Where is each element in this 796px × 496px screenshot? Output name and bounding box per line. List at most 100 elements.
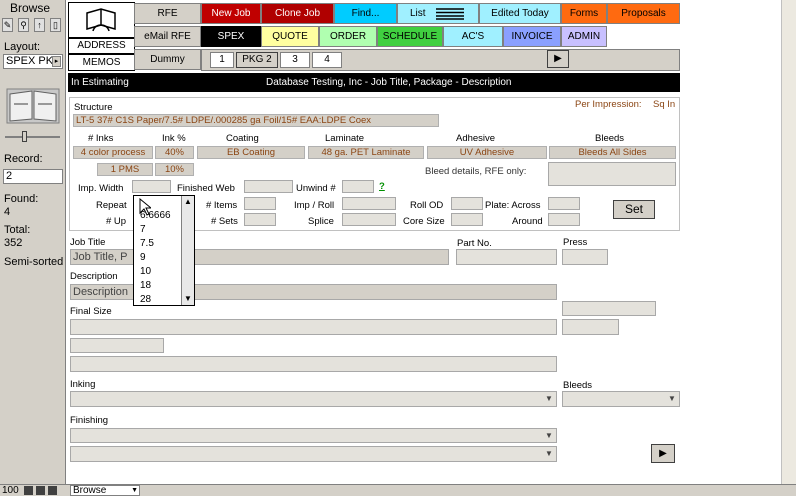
- package-1-button[interactable]: 1: [210, 52, 234, 68]
- list-item[interactable]: 28: [140, 294, 151, 305]
- adhesive-field[interactable]: UV Adhesive: [427, 146, 547, 159]
- plate-across-field[interactable]: [548, 197, 580, 210]
- new-job-button[interactable]: New Job: [201, 3, 261, 24]
- record-slider-track[interactable]: [5, 136, 60, 138]
- part-no-label: Part No.: [457, 238, 492, 249]
- acs-tab[interactable]: AC'S: [443, 26, 503, 47]
- imp-width-label: Imp. Width: [78, 183, 124, 194]
- items-field[interactable]: [244, 197, 276, 210]
- imp-roll-field[interactable]: [342, 197, 396, 210]
- edited-today-button[interactable]: Edited Today: [479, 3, 561, 24]
- job-title-field[interactable]: Job Title, P: [70, 249, 449, 265]
- play-arrow-icon[interactable]: ▶: [547, 50, 569, 68]
- layout-mode-icon[interactable]: ↑: [34, 18, 45, 32]
- rfe-button[interactable]: RFE: [134, 3, 201, 24]
- address-button[interactable]: ADDRESS: [68, 38, 135, 54]
- chevron-down-icon: ▼: [668, 394, 676, 403]
- proposals-button[interactable]: Proposals: [607, 3, 680, 24]
- structure-field[interactable]: LT-5 37# C1S Paper/7.5# LDPE/.000285 ga …: [73, 114, 439, 127]
- help-link[interactable]: ?: [379, 181, 385, 192]
- quote-tab[interactable]: QUOTE: [261, 26, 319, 47]
- inking-dropdown[interactable]: ▼: [70, 391, 557, 407]
- forms-button[interactable]: Forms: [561, 3, 607, 24]
- play-arrow-icon[interactable]: ▶: [651, 444, 675, 463]
- up-label: # Up: [106, 216, 127, 227]
- book-reader-icon: [86, 8, 116, 32]
- order-tab[interactable]: ORDER: [319, 26, 377, 47]
- find-button[interactable]: Find...: [334, 3, 397, 24]
- ink-pct-field[interactable]: 40%: [155, 146, 194, 159]
- part-no-field[interactable]: [456, 249, 557, 265]
- package-3-button[interactable]: 3: [280, 52, 310, 68]
- extra-field-3[interactable]: [70, 338, 164, 353]
- schedule-tab[interactable]: SCHEDULE: [377, 26, 443, 47]
- dummy-button[interactable]: Dummy: [134, 49, 201, 70]
- record-field[interactable]: 2: [3, 169, 63, 184]
- roll-od-field[interactable]: [451, 197, 483, 210]
- layout-label: Layout:: [4, 41, 41, 53]
- around-field[interactable]: [548, 213, 580, 226]
- list-item[interactable]: 18: [140, 280, 151, 291]
- inks-field[interactable]: 4 color process: [73, 146, 153, 159]
- finished-web-field[interactable]: [244, 180, 293, 193]
- list-item[interactable]: 7.5: [140, 238, 154, 249]
- scroll-up-icon[interactable]: ▲: [184, 197, 192, 206]
- spex-tab[interactable]: SPEX: [201, 26, 261, 47]
- imp-width-field[interactable]: [132, 180, 171, 193]
- laminate-field[interactable]: 48 ga. PET Laminate: [308, 146, 424, 159]
- extra-field-4[interactable]: [70, 356, 557, 372]
- splice-field[interactable]: [342, 213, 396, 226]
- list-item[interactable]: 9: [140, 252, 146, 263]
- vertical-scrollbar[interactable]: [781, 0, 796, 484]
- email-rfe-button[interactable]: eMail RFE: [134, 26, 201, 47]
- bleeds-field[interactable]: Bleeds All Sides: [549, 146, 676, 159]
- browse-mode-icon[interactable]: ✎: [2, 18, 13, 32]
- scroll-down-icon[interactable]: ▼: [184, 294, 192, 303]
- pms-pct-field[interactable]: 10%: [155, 163, 194, 176]
- coating-col-label: Coating: [226, 133, 259, 144]
- splice-label: Splice: [308, 216, 334, 227]
- preview-mode-icon[interactable]: ▯: [50, 18, 61, 32]
- invoice-tab[interactable]: INVOICE: [503, 26, 561, 47]
- finishing-dropdown-2[interactable]: ▼: [70, 446, 557, 462]
- list-item[interactable]: 10: [140, 266, 151, 277]
- mode-label: Browse: [10, 1, 51, 15]
- record-slider-thumb[interactable]: [22, 131, 27, 142]
- press-label: Press: [563, 237, 588, 248]
- extra-field-1[interactable]: [562, 301, 656, 316]
- memos-button[interactable]: MEMOS: [68, 54, 135, 71]
- coating-field[interactable]: EB Coating: [197, 146, 305, 159]
- layout-value: SPEX PK: [6, 55, 54, 67]
- logo-button[interactable]: [68, 2, 135, 38]
- extra-field-2[interactable]: [562, 319, 619, 335]
- popup-scrollbar[interactable]: ▲ ▼: [181, 196, 194, 305]
- layout-select[interactable]: SPEX PK ▸: [3, 54, 63, 69]
- find-mode-icon[interactable]: ⚲: [18, 18, 29, 32]
- final-size-field[interactable]: [70, 319, 557, 335]
- job-status-bar: In Estimating Database Testing, Inc - Jo…: [68, 73, 680, 92]
- status-toggle-icon[interactable]: [48, 486, 57, 495]
- package-2-button[interactable]: PKG 2: [236, 52, 278, 68]
- unwind-field[interactable]: [342, 180, 374, 193]
- admin-tab[interactable]: ADMIN: [561, 26, 607, 47]
- zoom-in-icon[interactable]: [36, 486, 45, 495]
- items-label: # Items: [206, 200, 238, 211]
- bleed-details-field[interactable]: [548, 162, 676, 186]
- list-button[interactable]: List: [397, 3, 479, 24]
- zoom-out-icon[interactable]: [24, 486, 33, 495]
- package-4-button[interactable]: 4: [312, 52, 342, 68]
- finishing-dropdown-1[interactable]: ▼: [70, 428, 557, 443]
- job-summary: Database Testing, Inc - Job Title, Packa…: [266, 77, 512, 88]
- pms-field[interactable]: 1 PMS: [97, 163, 153, 176]
- press-field[interactable]: [562, 249, 608, 265]
- inking-label: Inking: [70, 379, 96, 390]
- bleeds-dropdown[interactable]: ▼: [562, 391, 680, 407]
- mode-select[interactable]: Browse ▼: [70, 485, 140, 496]
- record-book-icon[interactable]: [6, 88, 60, 124]
- clone-job-button[interactable]: Clone Job: [261, 3, 334, 24]
- set-button[interactable]: Set: [613, 200, 655, 219]
- chevron-down-icon: ▼: [545, 394, 553, 403]
- list-item[interactable]: 7: [140, 224, 146, 235]
- core-size-field[interactable]: [451, 213, 483, 226]
- sets-field[interactable]: [244, 213, 276, 226]
